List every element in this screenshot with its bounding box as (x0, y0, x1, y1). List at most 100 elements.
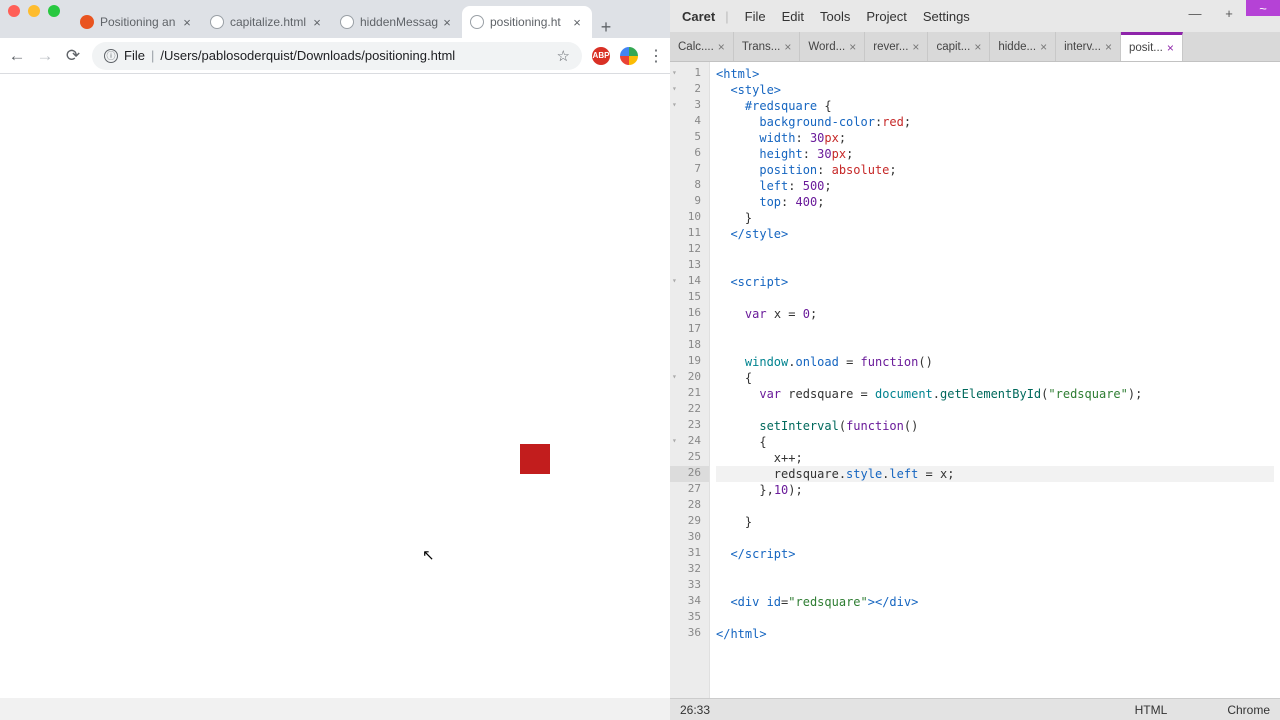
close-tab-icon[interactable]: × (310, 15, 324, 30)
code-line: height: 30px; (716, 146, 1274, 162)
line-number: 6 (670, 146, 709, 162)
bookmark-star-icon[interactable]: ☆ (557, 47, 570, 65)
file-tab-label: interv... (1064, 41, 1101, 53)
editor-minimize-button[interactable]: — (1178, 0, 1212, 26)
close-file-icon[interactable]: × (1105, 40, 1112, 54)
close-tab-icon[interactable]: × (570, 15, 584, 30)
globe-favicon-icon (340, 15, 354, 29)
mac-minimize-icon[interactable] (28, 5, 40, 17)
close-tab-icon[interactable]: × (440, 15, 454, 30)
fold-toggle-icon[interactable]: ▾ (672, 372, 677, 381)
code-editor[interactable]: 1▾2▾3▾4567891011121314▾151617181920▾2122… (670, 62, 1280, 698)
line-number: 19 (670, 354, 709, 370)
file-tab-label: rever... (873, 41, 908, 53)
close-file-icon[interactable]: × (784, 40, 791, 54)
browser-menu-button[interactable]: ⋮ (648, 46, 662, 66)
code-line: setInterval(function() (716, 418, 1274, 434)
menu-project[interactable]: Project (858, 5, 914, 28)
menu-tools[interactable]: Tools (812, 5, 858, 28)
code-line (716, 610, 1274, 626)
close-file-icon[interactable]: × (849, 40, 856, 54)
render-mode[interactable]: Chrome (1227, 703, 1270, 717)
code-line: width: 30px; (716, 130, 1274, 146)
fold-toggle-icon[interactable]: ▾ (672, 68, 677, 77)
editor-maximize-button[interactable]: + (1212, 0, 1246, 26)
line-number: 34 (670, 594, 709, 610)
abp-extension-icon[interactable]: ABP (592, 47, 610, 65)
language-mode[interactable]: HTML (1135, 703, 1168, 717)
browser-tab-title: hiddenMessag (360, 15, 440, 29)
close-tab-icon[interactable]: × (180, 15, 194, 30)
globe-favicon-icon (470, 15, 484, 29)
editor-window: — + ~ Caret | FileEditToolsProjectSettin… (670, 0, 1280, 720)
code-line: </style> (716, 226, 1274, 242)
menu-settings[interactable]: Settings (915, 5, 978, 28)
line-number: 16 (670, 306, 709, 322)
fold-toggle-icon[interactable]: ▾ (672, 436, 677, 445)
line-number: 22 (670, 402, 709, 418)
browser-tab[interactable]: capitalize.html× (202, 6, 332, 38)
code-line: </html> (716, 626, 1274, 642)
mac-close-icon[interactable] (8, 5, 20, 17)
code-line (716, 338, 1274, 354)
menu-file[interactable]: File (737, 5, 774, 28)
code-area[interactable]: <html> <style> #redsquare { background-c… (710, 62, 1280, 698)
menu-edit[interactable]: Edit (774, 5, 812, 28)
file-tab[interactable]: posit...× (1121, 32, 1183, 61)
close-file-icon[interactable]: × (1040, 40, 1047, 54)
file-tab-label: Calc.... (678, 41, 714, 53)
editor-close-button[interactable]: ~ (1246, 0, 1280, 16)
code-line: <script> (716, 274, 1274, 290)
close-file-icon[interactable]: × (974, 40, 981, 54)
line-number: 28 (670, 498, 709, 514)
browser-tab[interactable]: hiddenMessag× (332, 6, 462, 38)
code-line: { (716, 370, 1274, 386)
line-number: 9 (670, 194, 709, 210)
code-line (716, 530, 1274, 546)
editor-statusbar: 26:33 HTML Chrome (670, 698, 1280, 720)
line-number: 8 (670, 178, 709, 194)
browser-tab-title: capitalize.html (230, 15, 310, 29)
file-tab[interactable]: rever... × (865, 32, 928, 61)
code-line: <div id="redsquare"></div> (716, 594, 1274, 610)
address-bar[interactable]: ⓘ File | /Users/pablosoderquist/Download… (92, 42, 582, 70)
close-file-icon[interactable]: × (718, 40, 725, 54)
browser-window: Positioning an×capitalize.html×hiddenMes… (0, 0, 670, 720)
close-file-icon[interactable]: × (1167, 41, 1174, 55)
file-tab[interactable]: interv... × (1056, 32, 1121, 61)
file-tab[interactable]: Word...× (800, 32, 865, 61)
file-tab[interactable]: Calc.... × (670, 32, 734, 61)
new-tab-button[interactable]: + (592, 17, 620, 38)
line-number: 4 (670, 114, 709, 130)
page-viewport: ↖ (0, 74, 670, 698)
code-line: <style> (716, 82, 1274, 98)
code-line (716, 290, 1274, 306)
file-tab-label: hidde... (998, 41, 1036, 53)
fold-toggle-icon[interactable]: ▾ (672, 84, 677, 93)
line-number: 25 (670, 450, 709, 466)
browser-footer (0, 698, 670, 720)
line-number: 3▾ (670, 98, 709, 114)
file-tab[interactable]: capit...× (928, 32, 990, 61)
ubuntu-favicon-icon (80, 15, 94, 29)
mac-maximize-icon[interactable] (48, 5, 60, 17)
profile-avatar-icon[interactable] (620, 47, 638, 65)
reload-button[interactable]: ⟳ (64, 46, 82, 66)
close-file-icon[interactable]: × (912, 40, 919, 54)
code-line: left: 500; (716, 178, 1274, 194)
file-tab[interactable]: hidde... × (990, 32, 1056, 61)
browser-tab[interactable]: Positioning an× (72, 6, 202, 38)
code-line: var x = 0; (716, 306, 1274, 322)
mouse-cursor-icon: ↖ (422, 546, 435, 564)
line-number: 29 (670, 514, 709, 530)
fold-toggle-icon[interactable]: ▾ (672, 276, 677, 285)
code-line: } (716, 514, 1274, 530)
site-info-icon[interactable]: ⓘ (104, 49, 118, 63)
line-number: 14▾ (670, 274, 709, 290)
file-tab[interactable]: Trans...× (734, 32, 801, 61)
browser-tab[interactable]: positioning.ht× (462, 6, 592, 38)
forward-button[interactable]: → (36, 46, 54, 66)
back-button[interactable]: ← (8, 46, 26, 66)
line-number: 31 (670, 546, 709, 562)
fold-toggle-icon[interactable]: ▾ (672, 100, 677, 109)
